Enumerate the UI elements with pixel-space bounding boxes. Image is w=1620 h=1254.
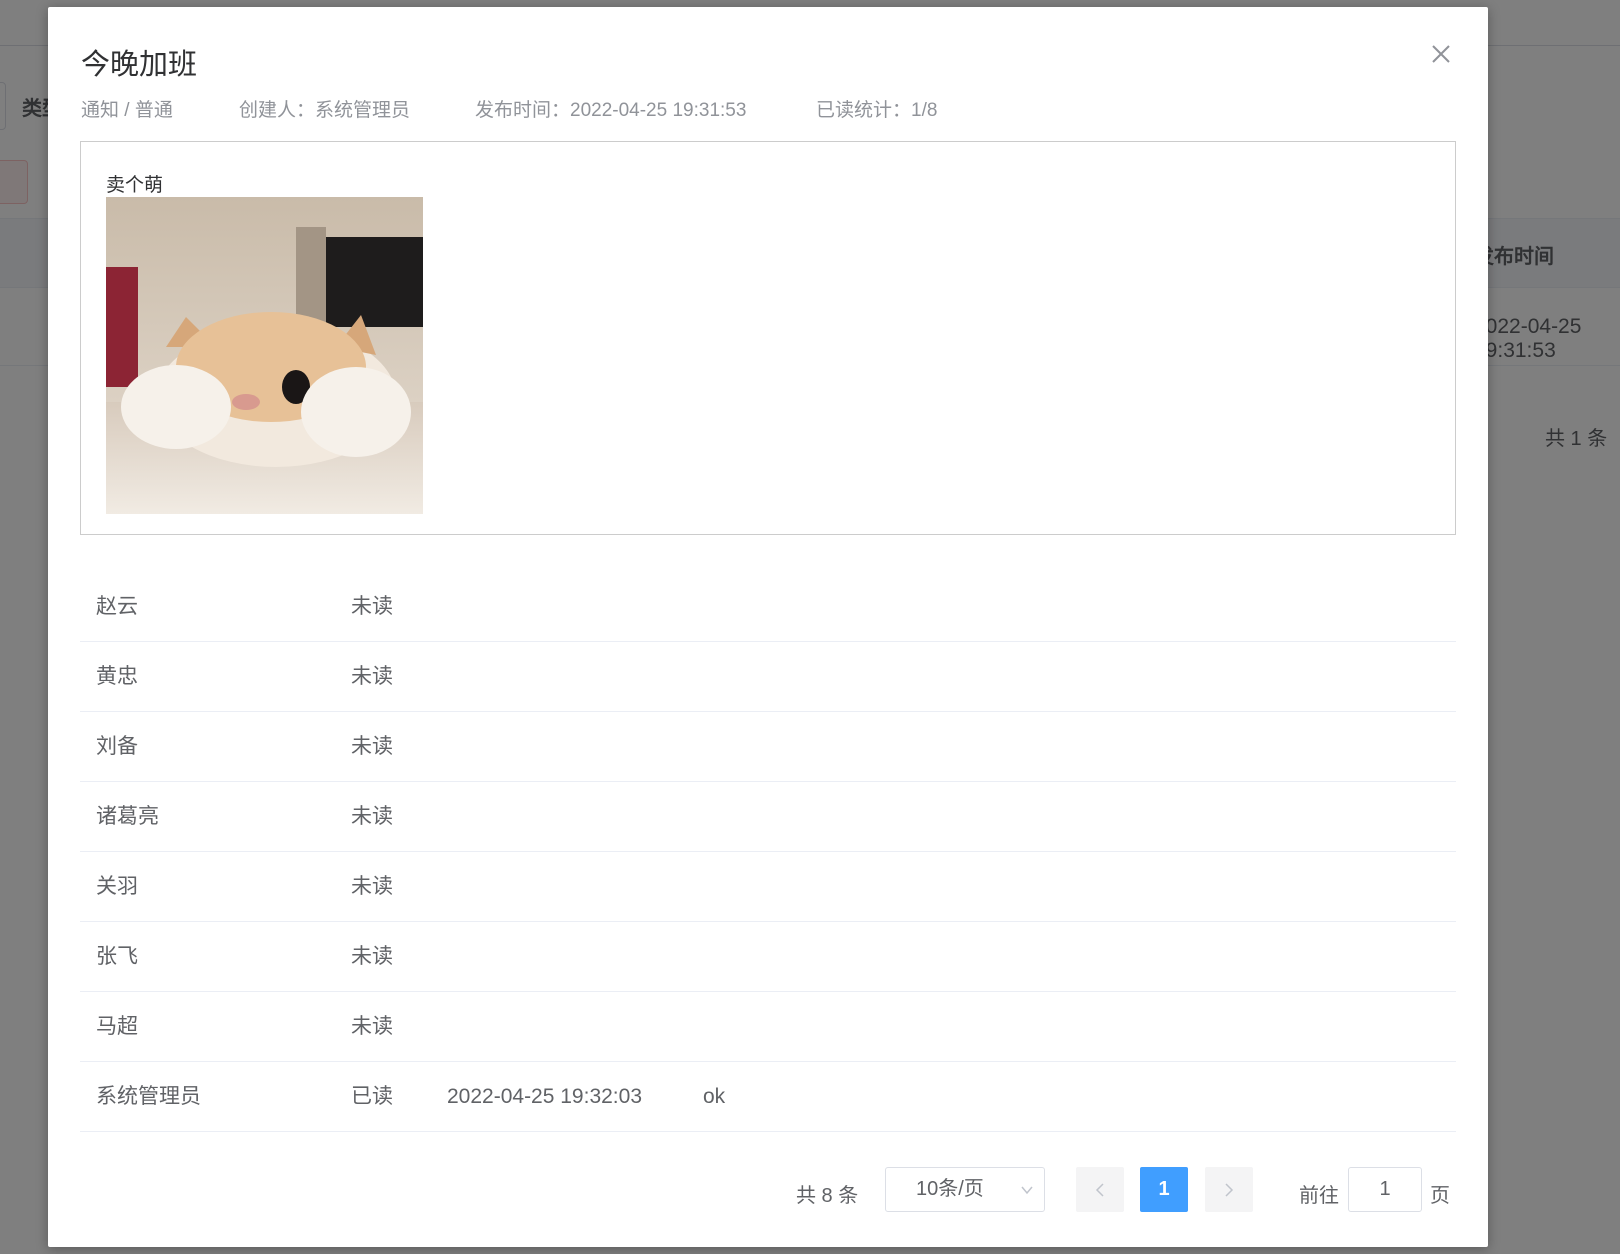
page-size-select[interactable]: 10条/页 [885, 1167, 1045, 1212]
close-icon[interactable] [1427, 40, 1455, 68]
chevron-down-icon [1021, 1186, 1033, 1195]
read-status: 未读 [351, 945, 393, 968]
user-name: 系统管理员 [96, 1085, 201, 1108]
user-name: 马超 [96, 1015, 138, 1038]
read-status-table: 赵云 未读 黄忠 未读 刘备 未读 诸葛亮 未读 关羽 未读 张飞 未读 马超 … [80, 572, 1456, 1132]
read-status: 未读 [351, 735, 393, 758]
next-page-button[interactable] [1205, 1167, 1253, 1212]
notice-publish-time: 发布时间：2022-04-25 19:31:53 [475, 100, 747, 121]
table-row: 关羽 未读 [80, 852, 1456, 922]
notice-category: 通知 / 普通 [81, 100, 173, 121]
user-name: 关羽 [96, 875, 138, 898]
dialog-title: 今晚加班 [81, 49, 198, 81]
page-number-button[interactable]: 1 [1140, 1167, 1188, 1212]
notice-detail-dialog: 今晚加班 通知 / 普通 创建人：系统管理员 发布时间：2022-04-25 1… [48, 7, 1488, 1247]
table-row: 诸葛亮 未读 [80, 782, 1456, 852]
read-time: 2022-04-25 19:32:03 [447, 1085, 642, 1108]
user-name: 黄忠 [96, 665, 138, 688]
read-remark: ok [703, 1085, 726, 1108]
pagination-total: 共 8 条 [796, 1185, 859, 1207]
table-row: 系统管理员 已读 2022-04-25 19:32:03 ok [80, 1062, 1456, 1132]
read-status: 未读 [351, 1015, 393, 1038]
user-name: 诸葛亮 [96, 805, 159, 828]
page-size-value: 10条/页 [916, 1178, 984, 1200]
goto-page-input[interactable] [1348, 1167, 1422, 1212]
notice-creator: 创建人：系统管理员 [239, 100, 411, 121]
table-row: 赵云 未读 [80, 572, 1456, 642]
user-name: 刘备 [96, 735, 138, 758]
table-row: 黄忠 未读 [80, 642, 1456, 712]
goto-label: 前往 [1299, 1185, 1339, 1207]
table-row: 刘备 未读 [80, 712, 1456, 782]
notice-content-text: 卖个萌 [106, 175, 164, 196]
read-status: 未读 [351, 875, 393, 898]
read-status: 已读 [351, 1085, 393, 1108]
user-name: 张飞 [96, 945, 138, 968]
table-row: 张飞 未读 [80, 922, 1456, 992]
table-row: 马超 未读 [80, 992, 1456, 1062]
prev-page-button[interactable] [1076, 1167, 1124, 1212]
chevron-right-icon [1225, 1183, 1234, 1197]
read-status: 未读 [351, 595, 393, 618]
chevron-left-icon [1095, 1183, 1104, 1197]
notice-content: 卖个萌 [80, 141, 1456, 535]
cat-image [106, 197, 423, 514]
user-name: 赵云 [96, 595, 138, 618]
read-status: 未读 [351, 665, 393, 688]
read-status: 未读 [351, 805, 393, 828]
page-suffix-label: 页 [1430, 1185, 1450, 1207]
notice-read-stats: 已读统计：1/8 [816, 100, 938, 121]
